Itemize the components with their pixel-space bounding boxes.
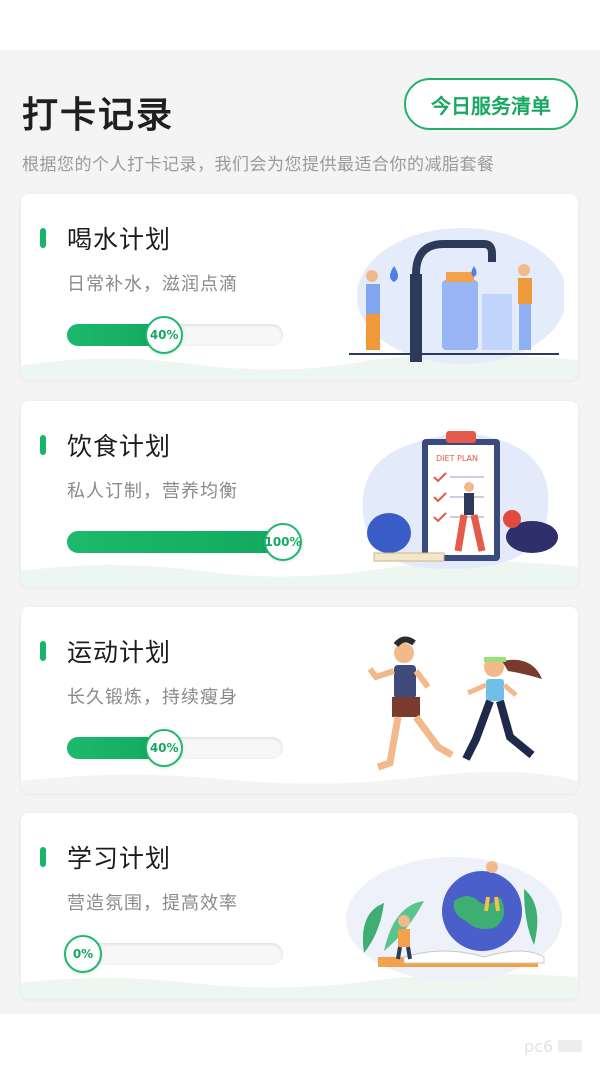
page-header: 打卡记录 今日服务清单 根据您的个人打卡记录，我们会为您提供最适合你的减脂套餐 [0,50,600,190]
progress-indicator: 0% [64,935,102,973]
study-globe-illustration [346,857,562,981]
progress-indicator: 100% [264,523,302,561]
card-accent-bar [40,641,46,661]
progress-bar: 40% [67,316,283,354]
diet-plan-board-text: DIET PLAN [436,454,478,463]
plan-card-exercise[interactable]: 运动计划 长久锻炼，持续瘦身 40% [21,607,578,793]
water-dispenser-illustration [349,228,564,364]
card-accent-bar [40,435,46,455]
plan-card-water[interactable]: 喝水计划 日常补水，滋润点滴 40% [21,194,578,380]
plan-title: 饮食计划 [67,432,172,461]
bottom-area [0,1014,600,1068]
diet-plan-illustration: DIET PLAN [362,431,558,570]
card-accent-bar [40,847,46,867]
runners-illustration [367,636,542,771]
watermark-logo: pc6 [524,1037,582,1056]
progress-indicator: 40% [145,316,184,354]
plan-title: 学习计划 [67,844,172,873]
plan-description: 长久锻炼，持续瘦身 [67,687,238,708]
plan-card-diet[interactable]: 饮食计划 私人订制，营养均衡 100% DIET PLAN [21,401,578,587]
progress-bar: 0% [64,935,283,973]
progress-bar: 40% [67,729,283,767]
svg-text:pc6: pc6 [524,1037,553,1056]
progress-indicator: 40% [145,729,184,767]
page-subtitle: 根据您的个人打卡记录，我们会为您提供最适合你的减脂套餐 [22,155,495,175]
plan-card-study[interactable]: 学习计划 营造氛围，提高效率 0% [21,813,578,999]
plan-description: 营造氛围，提高效率 [67,893,238,914]
page-title: 打卡记录 [22,95,175,136]
plan-title: 运动计划 [67,638,172,667]
plan-description: 私人订制，营养均衡 [67,481,238,502]
progress-fill [67,531,283,553]
plan-title: 喝水计划 [67,225,172,254]
card-accent-bar [40,228,46,248]
status-bar [0,0,600,50]
today-service-list-button[interactable]: 今日服务清单 [404,78,578,130]
progress-bar: 100% [67,523,302,561]
plan-description: 日常补水，滋润点滴 [67,274,238,295]
